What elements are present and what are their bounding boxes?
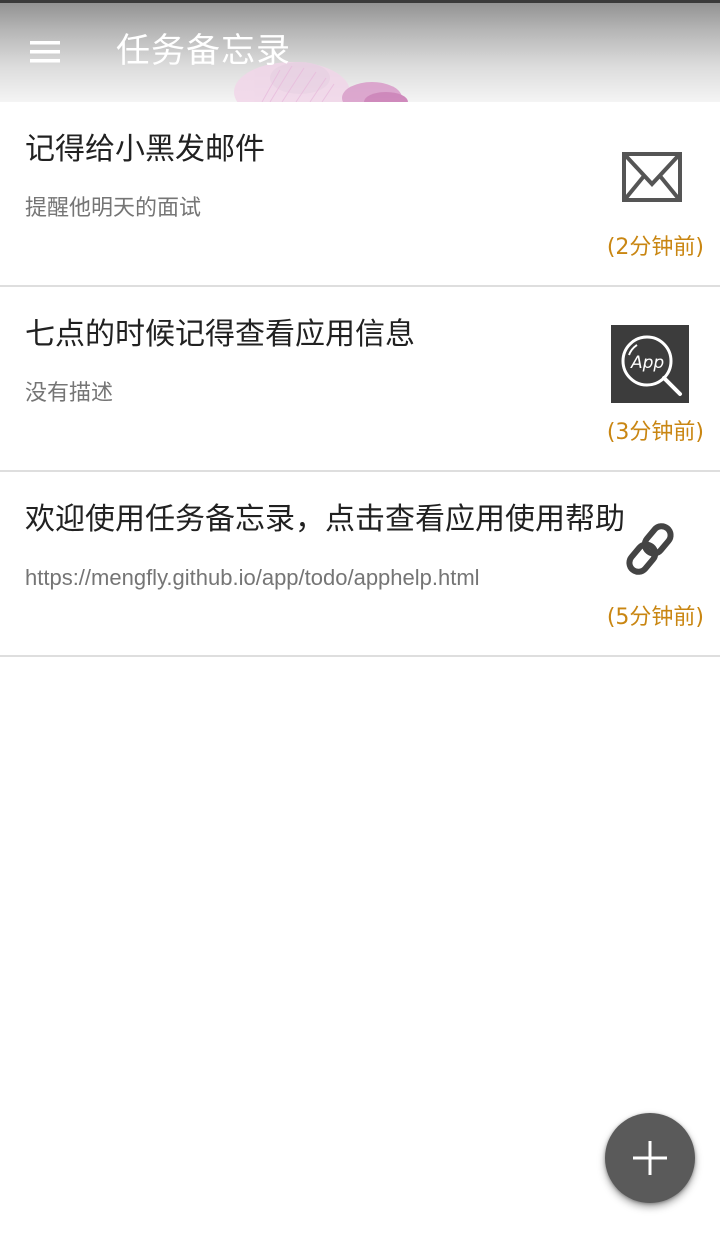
task-item[interactable]: 记得给小黑发邮件 提醒他明天的面试 (2分钟前) (0, 102, 720, 287)
task-item[interactable]: 欢迎使用任务备忘录，点击查看应用使用帮助 https://mengfly.git… (0, 472, 720, 657)
header-flower-decoration (234, 62, 408, 102)
task-title: 七点的时候记得查看应用信息 (25, 317, 415, 352)
menu-icon (30, 41, 60, 63)
mail-icon (611, 140, 689, 218)
app-icon-label: App (630, 353, 664, 373)
task-description: 提醒他明天的面试 (25, 195, 202, 220)
task-description: 没有描述 (25, 380, 114, 405)
page-title: 任务备忘录 (116, 31, 291, 71)
task-item[interactable]: 七点的时候记得查看应用信息 没有描述 App (3分钟前) (0, 287, 720, 472)
add-task-button[interactable] (605, 1113, 695, 1203)
task-time: (5分钟前) (606, 605, 704, 630)
app-screen: 任务备忘录 记得给小黑发邮件 提醒他明天的面试 (2分钟前) 七点的时候记得查看… (0, 0, 720, 1240)
task-list: 记得给小黑发邮件 提醒他明天的面试 (2分钟前) 七点的时候记得查看应用信息 没… (0, 102, 720, 657)
plus-icon (633, 1141, 667, 1175)
menu-button[interactable] (14, 22, 76, 82)
task-title: 记得给小黑发邮件 (25, 132, 265, 167)
task-time: (3分钟前) (606, 420, 704, 445)
toolbar: 任务备忘录 (0, 0, 720, 102)
app-search-icon: App (611, 325, 689, 403)
task-time: (2分钟前) (606, 235, 704, 260)
link-icon (611, 510, 689, 588)
task-title: 欢迎使用任务备忘录，点击查看应用使用帮助 (25, 502, 625, 537)
task-description: https://mengfly.github.io/app/todo/apphe… (25, 565, 480, 590)
